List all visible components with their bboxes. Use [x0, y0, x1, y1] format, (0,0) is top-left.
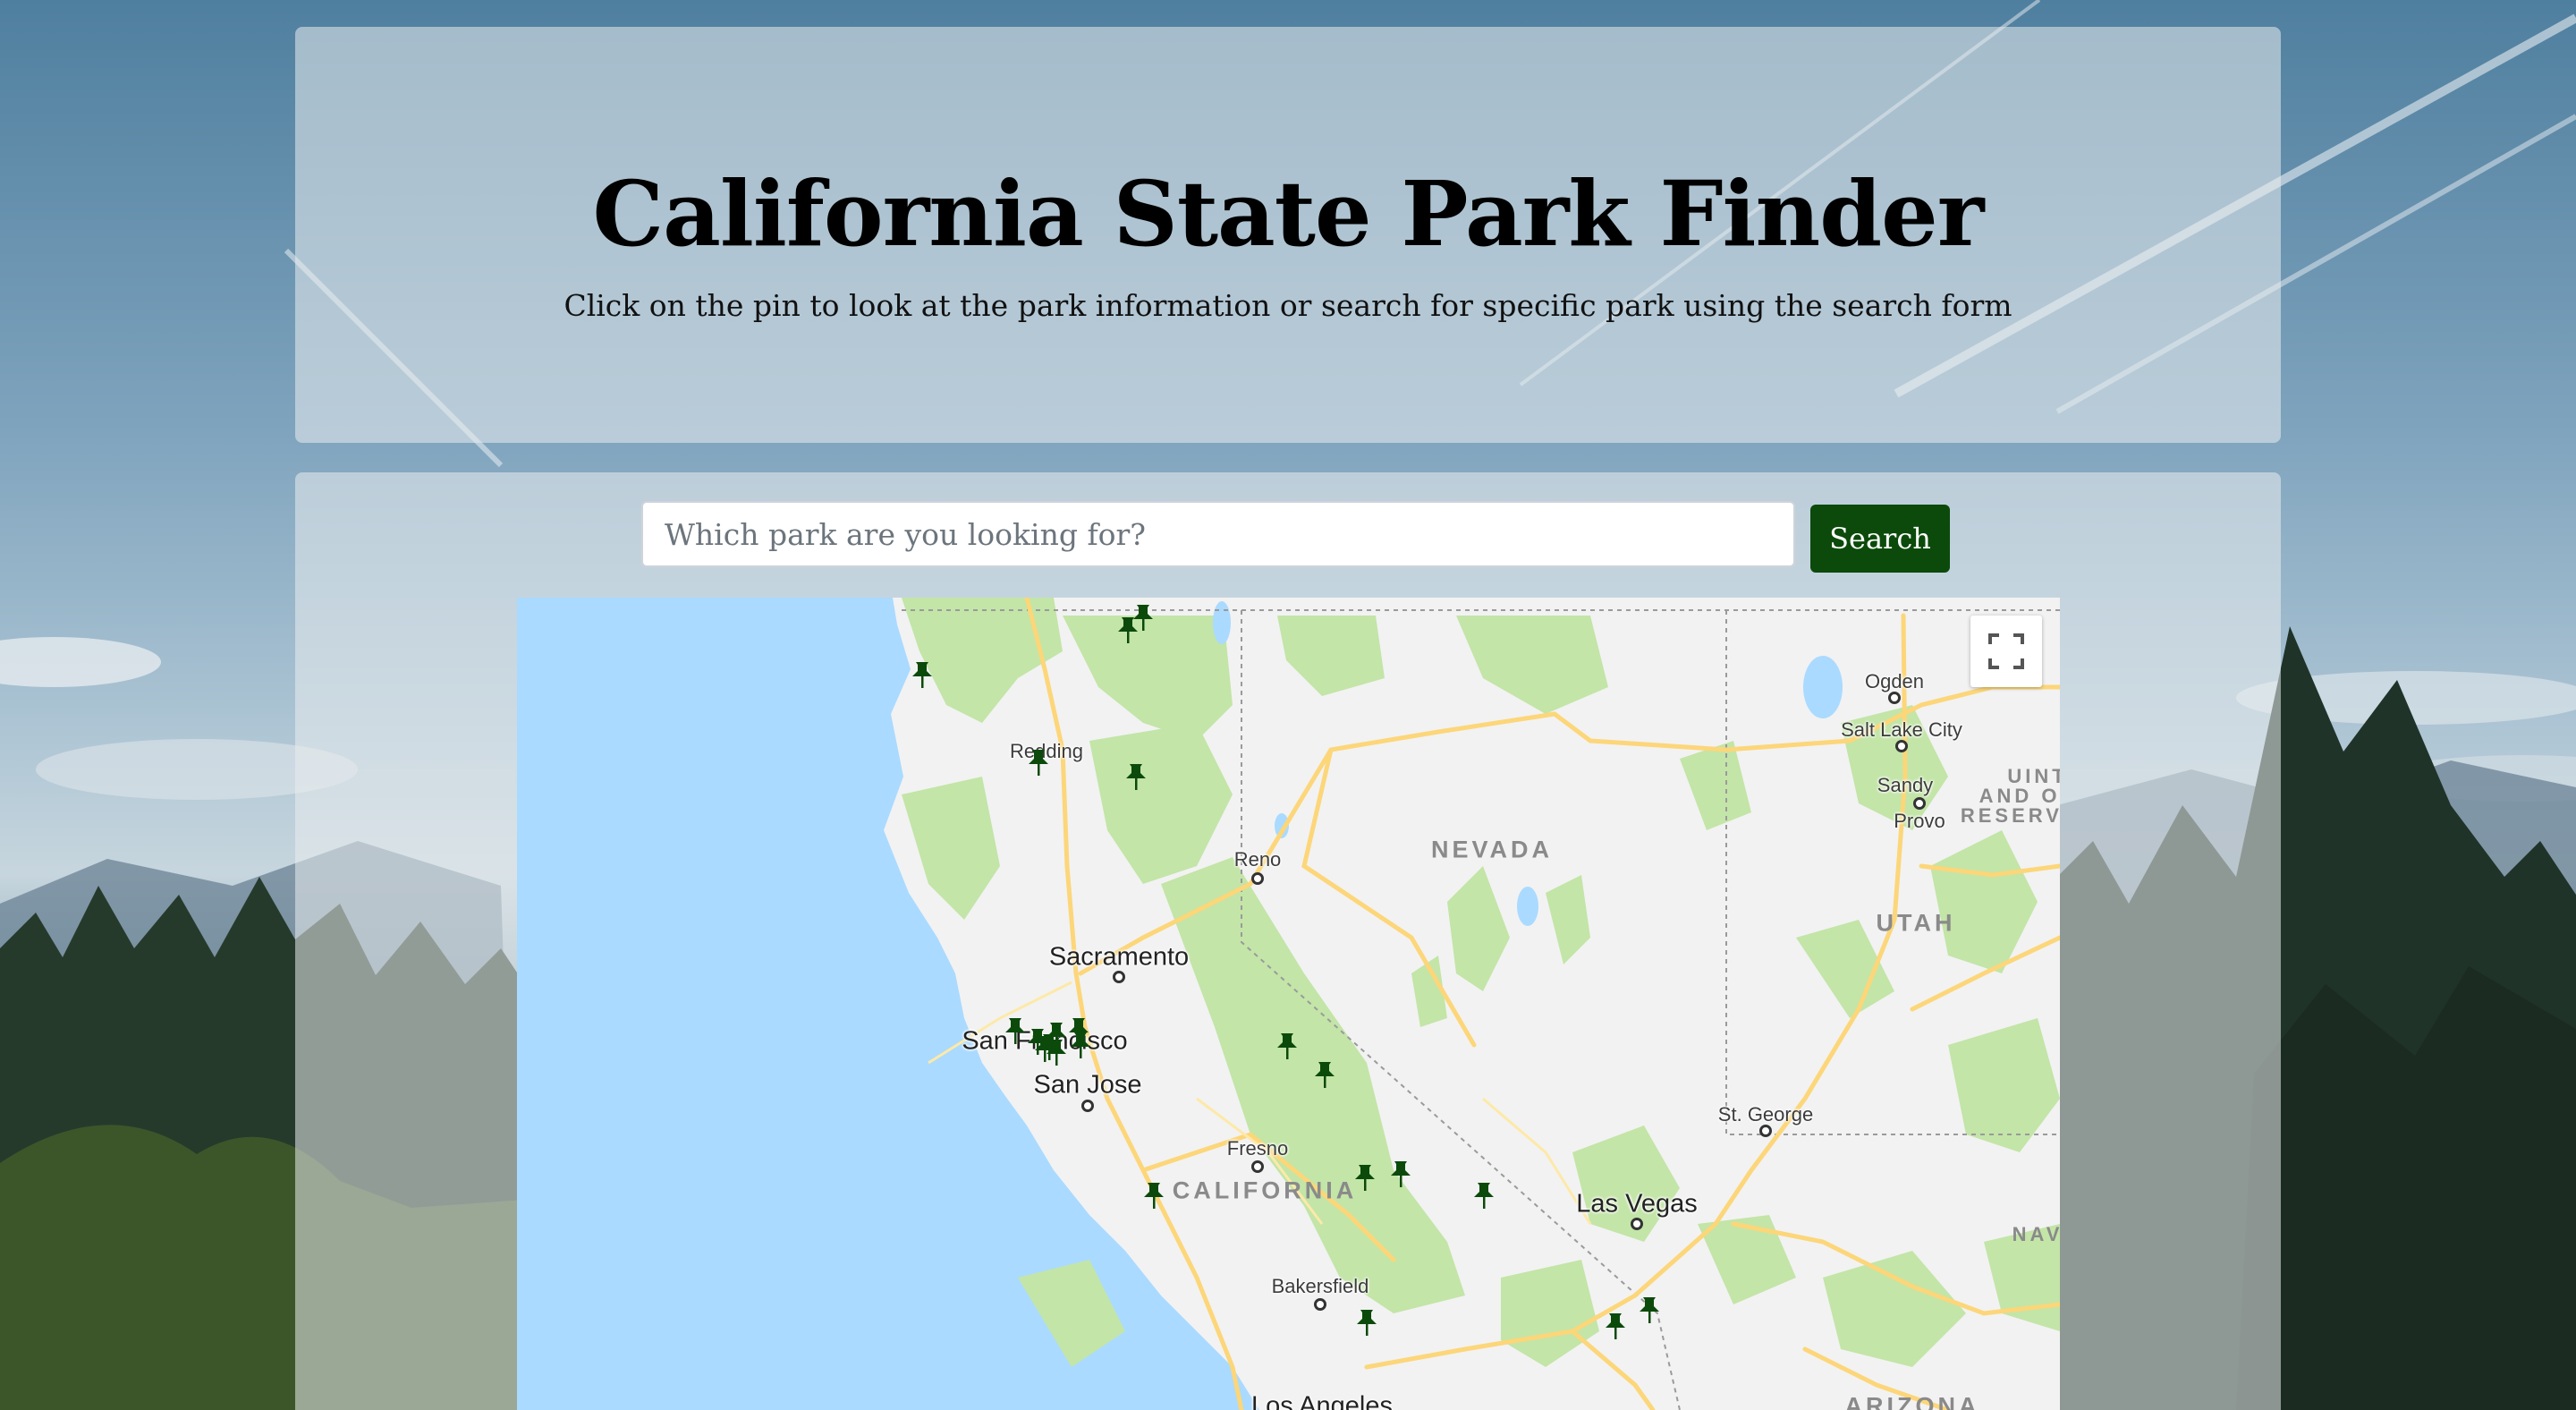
- city-label-st-george: St. George: [1717, 1103, 1814, 1125]
- region-label-uintah-3: RESERVA: [1960, 804, 2060, 827]
- city-dot-fresno: [1251, 1160, 1264, 1173]
- park-pin-icon[interactable]: [1124, 762, 1148, 791]
- park-pin-icon[interactable]: [1116, 616, 1140, 644]
- region-label-utah: UTAH: [1876, 909, 1956, 937]
- city-label-las-vegas: Las Vegas: [1576, 1189, 1698, 1219]
- park-pin-icon[interactable]: [1045, 1038, 1068, 1066]
- city-dot-sandy: [1913, 797, 1926, 810]
- city-label-sacramento: Sacramento: [1048, 942, 1190, 972]
- search-input[interactable]: [641, 501, 1795, 567]
- city-label-reno: Reno: [1233, 848, 1282, 871]
- city-dot-bakersfield: [1314, 1298, 1326, 1311]
- city-label-san-jose: San Jose: [1033, 1070, 1142, 1100]
- city-dot-ogden: [1888, 692, 1901, 704]
- search-button[interactable]: Search: [1810, 505, 1950, 573]
- fullscreen-button[interactable]: [1970, 616, 2042, 687]
- fullscreen-icon: [1988, 633, 2024, 669]
- city-dot-las-vegas: [1631, 1218, 1643, 1230]
- park-pin-icon[interactable]: [1313, 1060, 1336, 1089]
- page-title: California State Park Finder: [592, 161, 1985, 267]
- park-pin-icon[interactable]: [1389, 1159, 1412, 1188]
- park-pin-icon[interactable]: [1275, 1032, 1299, 1060]
- park-pin-icon[interactable]: [1355, 1308, 1378, 1337]
- region-label-navajo: NAV: [2012, 1223, 2060, 1245]
- city-label-los-angeles: Los Angeles: [1250, 1391, 1394, 1410]
- city-label-sandy: Sandy: [1877, 774, 1934, 796]
- city-dot-san-jose: [1081, 1100, 1094, 1112]
- park-pin-icon[interactable]: [1142, 1181, 1165, 1210]
- park-pin-icon[interactable]: [1353, 1163, 1377, 1192]
- region-label-nevada: NEVADA: [1430, 836, 1554, 863]
- header-panel: California State Park Finder Click on th…: [295, 27, 2281, 443]
- park-pin-icon[interactable]: [1069, 1031, 1092, 1059]
- park-pin-icon[interactable]: [1604, 1312, 1627, 1340]
- city-label-fresno: Fresno: [1226, 1137, 1289, 1159]
- city-label-provo: Provo: [1894, 810, 1945, 832]
- page-subtitle: Click on the pin to look at the park inf…: [564, 288, 2012, 323]
- city-dot-st-george: [1759, 1125, 1772, 1137]
- city-dot-sacramento: [1113, 971, 1125, 983]
- city-dot-salt-lake-city: [1895, 740, 1908, 752]
- region-label-arizona: ARIZONA: [1844, 1392, 1980, 1410]
- city-label-salt-lake-city: Salt Lake City: [1841, 718, 1962, 741]
- city-label-bakersfield: Bakersfield: [1271, 1275, 1369, 1297]
- park-pin-icon[interactable]: [1472, 1181, 1496, 1210]
- region-label-california: CALIFORNIA: [1172, 1176, 1358, 1204]
- city-dot-reno: [1251, 872, 1264, 885]
- park-pin-icon[interactable]: [1027, 748, 1050, 777]
- city-label-ogden: Ogden: [1864, 670, 1925, 692]
- park-pin-icon[interactable]: [1638, 1295, 1661, 1324]
- park-map[interactable]: Ogden Salt Lake City Sandy Provo Redding…: [517, 598, 2060, 1410]
- park-pin-icon[interactable]: [911, 660, 934, 689]
- park-pin-icon[interactable]: [1004, 1016, 1027, 1045]
